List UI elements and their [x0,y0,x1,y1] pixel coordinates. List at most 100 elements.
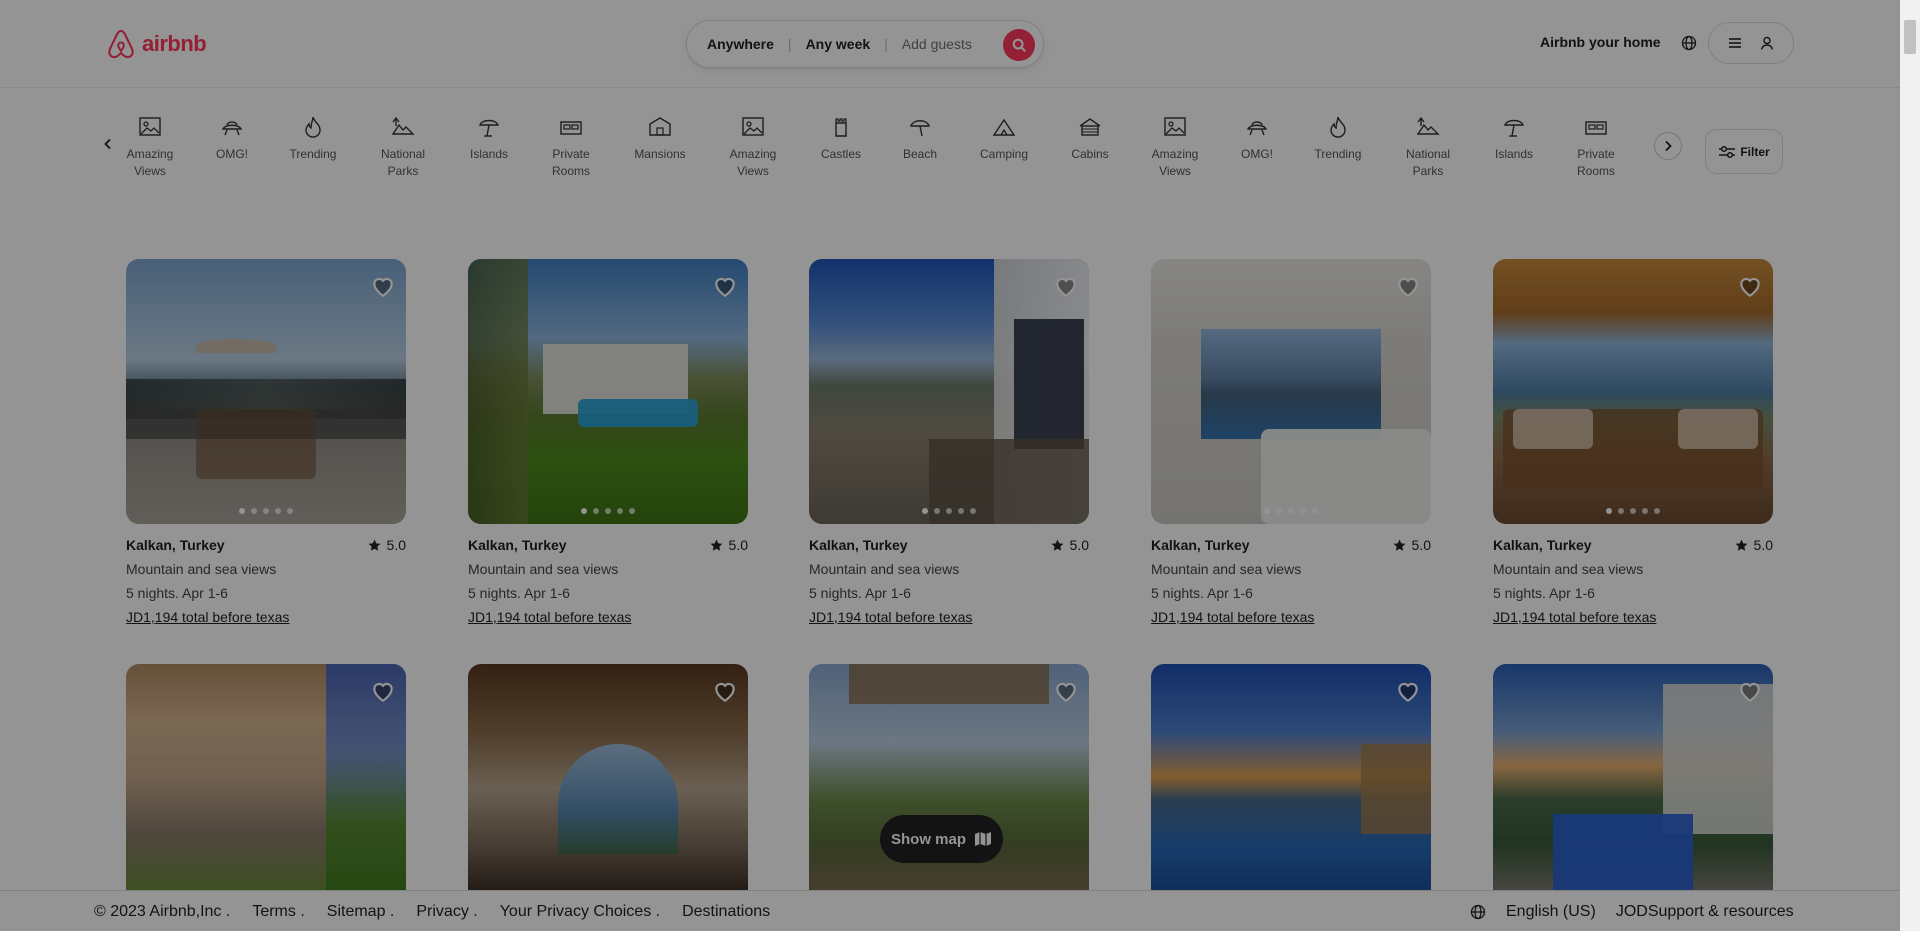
listing-rating-value: 5.0 [386,537,406,553]
listing-price[interactable]: JD1,194 total before texas [126,609,406,625]
language-button[interactable] [1676,30,1702,56]
trending-icon [1330,116,1346,138]
listing-card[interactable] [1151,664,1431,890]
listing-photo[interactable] [126,664,406,890]
star-icon [1393,539,1405,551]
sliders-icon [1719,145,1736,158]
listing-price[interactable]: JD1,194 total before texas [1493,609,1773,625]
chevron-right-icon [1665,140,1672,152]
listing-price[interactable]: JD1,194 total before texas [1151,609,1431,625]
photo-pagination-dots[interactable] [809,508,1089,514]
show-map-label: Show map [890,830,966,848]
category-label: Mansions [634,147,686,161]
category-amazing-views[interactable]: Amazing Views [1140,114,1210,180]
footer-destinations-link[interactable]: Destinations [682,903,770,921]
listing-photo[interactable] [126,259,406,524]
listing-card[interactable] [126,664,406,890]
listing-location: Kalkan, Turkey [126,537,225,553]
logo-text: airbnb [142,31,207,56]
photo-pagination-dots[interactable] [1151,508,1431,514]
listing-photo[interactable] [1151,664,1431,890]
footer-privacy-link[interactable]: Privacy . [416,903,477,921]
heart-icon[interactable] [370,273,396,299]
photo-pagination-dots[interactable] [126,508,406,514]
footer-privacy-choices-link[interactable]: Your Privacy Choices . [500,903,660,921]
search-add-guests[interactable]: Add guests [902,36,972,52]
heart-icon[interactable] [1395,273,1421,299]
listing-card[interactable]: Kalkan, Turkey 5.0 Mountain and sea view… [1151,259,1431,625]
footer-language-button[interactable]: English (US) [1506,903,1596,921]
listing-photo[interactable] [1493,259,1773,524]
camping-icon [992,118,1016,136]
listing-card[interactable]: Kalkan, Turkey 5.0 Mountain and sea view… [809,259,1089,625]
category-private-rooms[interactable]: Private Rooms [1561,114,1631,180]
listing-rating: 5.0 [1735,537,1773,553]
heart-icon[interactable] [712,678,738,704]
category-cabins[interactable]: Cabins [1055,114,1125,163]
scrollbar-thumb[interactable] [1904,20,1916,54]
footer-terms-link[interactable]: Terms . [252,903,304,921]
listing-price[interactable]: JD1,194 total before texas [809,609,1089,625]
airbnb-your-home-link[interactable]: Airbnb your home [1540,34,1661,50]
listing-photo[interactable] [809,259,1089,524]
footer-support-link[interactable]: JODSupport & resources [1616,903,1794,921]
listing-card[interactable] [1493,664,1773,890]
category-amazing-views[interactable]: Amazing Views [115,114,185,180]
category-camping[interactable]: Camping [969,114,1039,163]
listing-photo[interactable] [1151,259,1431,524]
search-any-week[interactable]: Any week [806,36,871,52]
heart-icon[interactable] [370,678,396,704]
listing-card[interactable] [468,664,748,890]
category-amazing-views[interactable]: Amazing Views [718,114,788,180]
heart-icon[interactable] [1053,678,1079,704]
listing-photo[interactable] [1493,664,1773,890]
listing-photo[interactable] [468,664,748,890]
search-bar[interactable]: Anywhere | Any week | Add guests [686,20,1044,68]
category-trending[interactable]: Trending [278,114,348,163]
search-icon [1012,38,1026,52]
heart-icon[interactable] [1737,678,1763,704]
photo-pagination-dots[interactable] [1493,508,1773,514]
category-castles[interactable]: Castles [806,114,876,163]
airbnb-logo[interactable]: airbnb [106,28,207,60]
search-button[interactable] [1003,29,1035,61]
category-private-rooms[interactable]: Private Rooms [536,114,606,180]
category-label: OMG! [1241,147,1273,161]
category-national-parks[interactable]: National Parks [368,114,438,180]
listing-dates: 5 nights. Apr 1-6 [1493,585,1595,601]
heart-icon[interactable] [1737,273,1763,299]
category-islands[interactable]: Islands [1479,114,1549,163]
search-anywhere[interactable]: Anywhere [707,36,774,52]
listing-photo[interactable] [468,259,748,524]
heart-icon[interactable] [712,273,738,299]
listing-card[interactable]: Kalkan, Turkey 5.0 Mountain and sea view… [468,259,748,625]
listing-card[interactable]: Kalkan, Turkey 5.0 Mountain and sea view… [1493,259,1773,625]
user-menu-button[interactable] [1708,22,1794,64]
omg-icon [221,121,243,136]
category-scroll-right-button[interactable] [1654,132,1682,160]
listing-description: Mountain and sea views [468,561,619,577]
heart-icon[interactable] [1053,273,1079,299]
filter-button[interactable]: Filter [1705,129,1783,174]
category-omg[interactable]: OMG! [197,114,267,163]
listing-location: Kalkan, Turkey [468,537,567,553]
page-scrollbar[interactable] [1900,0,1920,931]
show-map-button[interactable]: Show map [880,815,1003,863]
category-beach[interactable]: Beach [885,114,955,163]
heart-icon[interactable] [1395,678,1421,704]
amazing-views-icon [139,117,161,136]
footer-sitemap-link[interactable]: Sitemap . [327,903,395,921]
category-mansions[interactable]: Mansions [625,114,695,163]
listing-price[interactable]: JD1,194 total before texas [468,609,748,625]
category-label: National Parks [380,147,426,178]
category-trending[interactable]: Trending [1303,114,1373,163]
photo-pagination-dots[interactable] [468,508,748,514]
category-national-parks[interactable]: National Parks [1393,114,1463,180]
islands-icon [479,119,499,137]
category-omg[interactable]: OMG! [1222,114,1292,163]
category-islands[interactable]: Islands [454,114,524,163]
listing-card[interactable]: Kalkan, Turkey 5.0 Mountain and sea view… [126,259,406,625]
listing-location: Kalkan, Turkey [809,537,908,553]
map-icon [975,832,991,846]
cabins-icon [1079,118,1101,136]
